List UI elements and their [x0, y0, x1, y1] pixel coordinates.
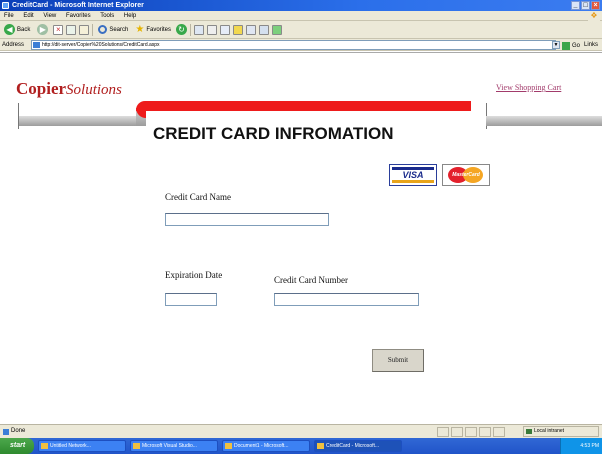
- app-icon: [133, 443, 140, 449]
- go-button[interactable]: Go: [561, 40, 580, 52]
- title-bar: CreditCard - Microsoft Internet Explorer…: [0, 0, 602, 11]
- address-label: Address: [2, 42, 25, 48]
- favorites-label: Favorites: [146, 26, 172, 33]
- address-input[interactable]: http://dit-server/Copier%20Solutions/Cre…: [31, 40, 556, 50]
- home-icon[interactable]: [79, 24, 90, 35]
- window-title: CreditCard - Microsoft Internet Explorer: [12, 2, 144, 9]
- accepted-cards: VISA MasterCard: [389, 164, 490, 186]
- page-title: CREDIT CARD INFROMATION: [153, 124, 394, 143]
- taskbar-item[interactable]: Microsoft Visual Studio...: [130, 440, 218, 452]
- submit-button[interactable]: Submit: [372, 349, 424, 372]
- zone-text: Local intranet: [534, 428, 565, 434]
- folder-icon[interactable]: [233, 24, 244, 35]
- toolbar-separator: [190, 23, 192, 36]
- search-button[interactable]: Search: [96, 23, 130, 37]
- status-panes: [437, 427, 505, 437]
- windows-logo-icon: ❖: [588, 11, 600, 21]
- security-zone: Local intranet: [523, 426, 599, 437]
- gray-banner-right: [486, 116, 602, 126]
- maximize-button[interactable]: □: [581, 1, 590, 10]
- menu-favorites[interactable]: Favorites: [66, 13, 91, 19]
- status-pane: [451, 427, 463, 437]
- ie-icon: [2, 2, 9, 9]
- back-arrow-icon: ◀: [4, 24, 15, 35]
- mail-icon[interactable]: [194, 24, 205, 35]
- status-pane: [493, 427, 505, 437]
- visa-text: VISA: [402, 170, 424, 180]
- go-arrow-icon: [561, 42, 570, 50]
- menu-bar: File Edit View Favorites Tools Help ❖: [0, 11, 602, 21]
- address-dropdown-button[interactable]: ▼: [552, 41, 560, 49]
- page-icon[interactable]: [246, 24, 257, 35]
- status-pane: [479, 427, 491, 437]
- star-icon: ★: [135, 24, 145, 35]
- view-shopping-cart-link[interactable]: View Shopping Cart: [496, 83, 561, 92]
- search-icon: [98, 25, 108, 34]
- taskbar-item-active[interactable]: CreditCard - Microsoft...: [314, 440, 402, 452]
- intranet-icon: [526, 429, 532, 434]
- menu-view[interactable]: View: [43, 13, 56, 19]
- toolbar-separator: [92, 23, 94, 36]
- mastercard-text: MasterCard: [452, 172, 480, 178]
- card-number-label: Credit Card Number: [274, 275, 348, 285]
- menu-file[interactable]: File: [4, 13, 14, 19]
- card-name-input[interactable]: [165, 213, 329, 226]
- mastercard-logo: MasterCard: [442, 164, 490, 186]
- edit-icon[interactable]: [220, 24, 231, 35]
- back-button[interactable]: ◀ Back: [2, 23, 32, 37]
- go-label: Go: [571, 43, 580, 49]
- status-bar: Done Local intranet: [0, 424, 602, 438]
- logo-main: Copier: [16, 79, 67, 98]
- banner-divider-left: [18, 103, 19, 129]
- windows-taskbar: start Untitled Network... Microsoft Visu…: [0, 438, 602, 454]
- search-label: Search: [109, 26, 129, 33]
- close-button[interactable]: ×: [591, 1, 600, 10]
- page-content: CopierSolutions View Shopping Cart CREDI…: [0, 52, 602, 424]
- back-label: Back: [17, 26, 31, 33]
- page-done-icon: [3, 428, 9, 435]
- page-icon: [33, 42, 40, 48]
- gray-banner-left: [18, 116, 136, 126]
- stop-icon[interactable]: ×: [53, 24, 64, 35]
- favorites-button[interactable]: ★ Favorites: [133, 23, 173, 37]
- taskbar-item[interactable]: Untitled Network...: [38, 440, 126, 452]
- status-pane: [465, 427, 477, 437]
- taskbar-item[interactable]: Document1 - Microsoft...: [222, 440, 310, 452]
- logo-sub: Solutions: [66, 82, 122, 98]
- folder-icon: [41, 443, 48, 449]
- forward-button[interactable]: ▶: [35, 23, 50, 37]
- visa-logo: VISA: [389, 164, 437, 186]
- system-tray: 4:53 PM: [560, 438, 602, 454]
- expiration-date-label: Expiration Date: [165, 270, 223, 280]
- print-icon[interactable]: [207, 24, 218, 35]
- window-controls: _ □ ×: [571, 1, 600, 10]
- status-done: Done: [3, 425, 25, 438]
- status-text: Done: [11, 428, 26, 434]
- expiration-date-input[interactable]: [165, 293, 217, 306]
- address-bar: Address http://dit-server/Copier%20Solut…: [0, 39, 602, 51]
- links-button[interactable]: Links: [584, 39, 598, 51]
- card-number-input[interactable]: [274, 293, 419, 306]
- clock: 4:53 PM: [580, 443, 599, 449]
- start-button[interactable]: start: [0, 438, 34, 454]
- card-name-label: Credit Card Name: [165, 192, 231, 202]
- standard-toolbar: ◀ Back ▶ × Search ★ Favorites ↻: [0, 21, 602, 39]
- red-banner: [136, 101, 471, 111]
- minimize-button[interactable]: _: [571, 1, 580, 10]
- ie-icon: [317, 443, 324, 449]
- menu-help[interactable]: Help: [124, 13, 136, 19]
- menu-edit[interactable]: Edit: [23, 13, 33, 19]
- status-pane: [437, 427, 449, 437]
- address-url: http://dit-server/Copier%20Solutions/Cre…: [42, 42, 160, 48]
- word-icon: [225, 443, 232, 449]
- history-icon[interactable]: ↻: [176, 24, 188, 35]
- copier-solutions-logo[interactable]: CopierSolutions: [16, 79, 122, 99]
- forward-arrow-icon: ▶: [37, 24, 49, 35]
- messenger-icon[interactable]: [259, 24, 270, 35]
- browser-window: CreditCard - Microsoft Internet Explorer…: [0, 0, 602, 454]
- people-icon[interactable]: [272, 24, 283, 35]
- refresh-icon[interactable]: [66, 24, 77, 35]
- menu-tools[interactable]: Tools: [100, 13, 114, 19]
